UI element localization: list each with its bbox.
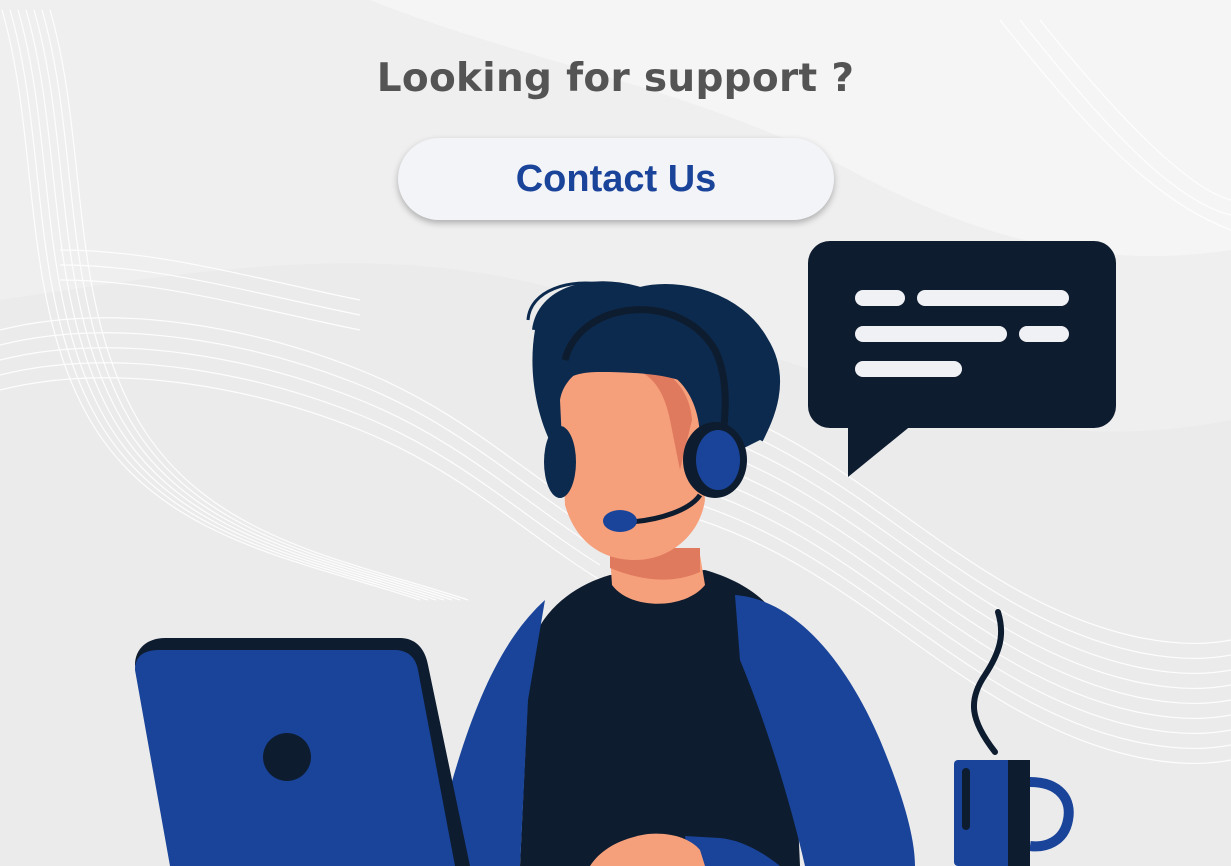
steam-icon (970, 609, 1005, 755)
chat-bubble-icon (808, 241, 1116, 477)
coffee-mug-icon (954, 760, 1074, 866)
laptop-icon (135, 638, 470, 866)
support-agent-illustration (135, 241, 1116, 866)
